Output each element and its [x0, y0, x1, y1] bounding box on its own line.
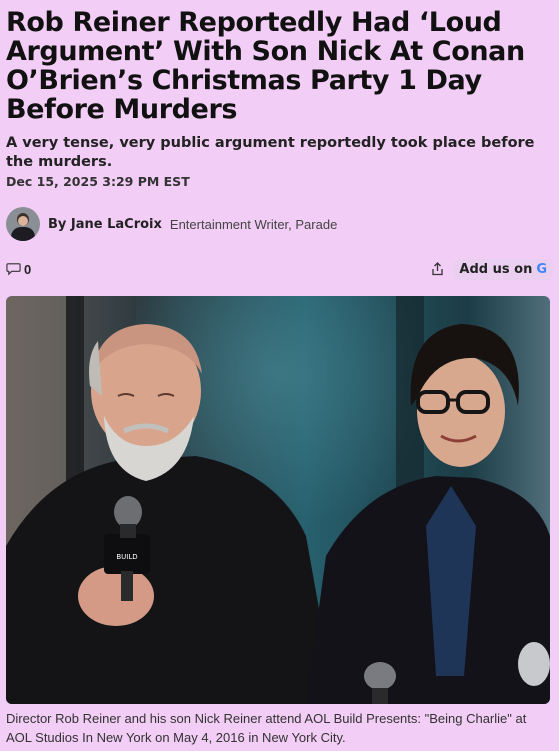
photo-illustration: BUILD	[6, 296, 550, 704]
article-subheadline: A very tense, very public argument repor…	[6, 135, 535, 170]
article-headline: Rob Reiner Reportedly Had ‘Loud Argument…	[6, 7, 525, 125]
article-action-bar: 0 Add us on G	[6, 258, 553, 280]
share-icon	[432, 262, 443, 276]
author-avatar[interactable]	[6, 207, 40, 241]
comment-icon	[6, 263, 21, 276]
google-icon: G	[536, 261, 547, 277]
publish-date: Dec 15, 2025 3:29 PM EST	[6, 174, 190, 189]
comments-count: 0	[24, 261, 32, 277]
add-us-label: Add us on	[459, 261, 533, 277]
article-hero-photo[interactable]: BUILD	[6, 296, 550, 704]
author-byline: By Jane LaCroix Entertainment Writer, Pa…	[6, 206, 337, 242]
add-us-on-google-button[interactable]: Add us on G	[453, 258, 553, 280]
photo-caption: Director Rob Reiner and his son Nick Rei…	[6, 711, 527, 745]
microphone-flag-text: BUILD	[116, 553, 137, 561]
author-name-link[interactable]: By Jane LaCroix	[48, 217, 162, 232]
share-button[interactable]	[429, 261, 445, 277]
author-role: Entertainment Writer, Parade	[169, 216, 338, 232]
comments-button[interactable]: 0	[6, 262, 31, 277]
